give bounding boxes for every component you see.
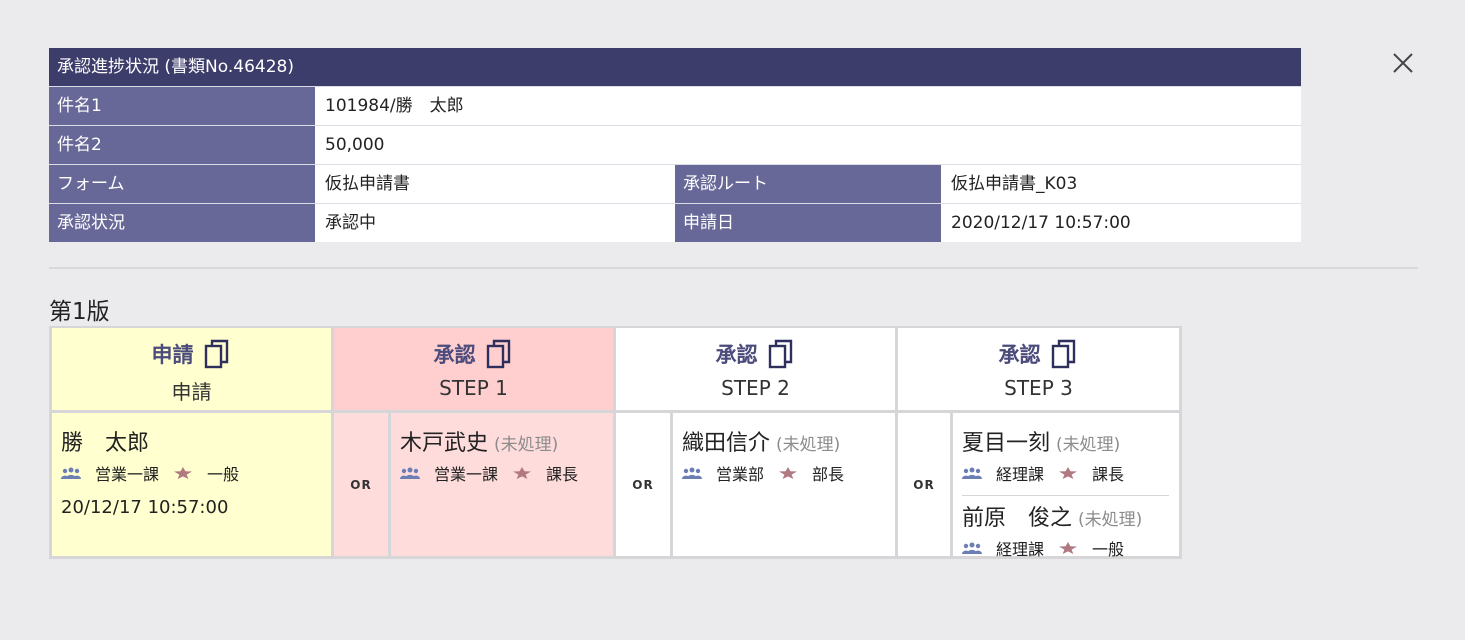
person-name: 勝 太郎 xyxy=(61,431,150,456)
person-dept: 経理課 xyxy=(996,540,1045,559)
person-position: 一般 xyxy=(207,465,240,484)
person-position: 一般 xyxy=(1092,540,1125,559)
copy-icon[interactable] xyxy=(204,338,232,370)
info-row-status: 承認状況 承認中 申請日 2020/12/17 10:57:00 xyxy=(49,203,1301,242)
route-label: 承認ルート xyxy=(675,165,941,203)
subject2-label: 件名2 xyxy=(49,126,315,164)
version-label: 第1版 xyxy=(49,299,110,325)
form-value: 仮払申請書 xyxy=(315,165,675,203)
person-position: 課長 xyxy=(546,465,579,484)
person-position: 部長 xyxy=(812,465,845,484)
person-status: (未処理) xyxy=(1056,435,1121,455)
person-meta: 経理課 一般 xyxy=(962,536,1179,560)
step-type: 承認 xyxy=(715,343,758,367)
step-name: STEP 2 xyxy=(721,376,790,400)
step-type: 申請 xyxy=(151,343,194,367)
step-type: 承認 xyxy=(998,343,1041,367)
step-name: STEP 1 xyxy=(439,376,508,400)
person-meta: 営業一課 課長 xyxy=(400,461,613,485)
approver-separator xyxy=(962,495,1169,496)
step-name: 申請 xyxy=(171,380,212,404)
person-dept: 経理課 xyxy=(996,465,1045,484)
step-header-1: 承認 STEP 1 xyxy=(334,328,613,410)
person-status: (未処理) xyxy=(1078,510,1143,530)
subject2-value: 50,000 xyxy=(315,126,1301,164)
step2-approver-cell: 織田信介 (未処理) 営業部 部長 xyxy=(673,413,895,556)
star-icon xyxy=(1059,542,1078,554)
step-name: STEP 3 xyxy=(1004,376,1073,400)
form-label: フォーム xyxy=(49,165,315,203)
person-name: 夏目一刻 (未処理) xyxy=(962,431,1121,456)
person-dept: 営業部 xyxy=(716,465,765,484)
step1-approver-cell: 木戸武史 (未処理) 営業一課 課長 xyxy=(391,413,613,556)
person-name: 木戸武史 (未処理) xyxy=(400,431,559,456)
person-name: 織田信介 (未処理) xyxy=(682,431,841,456)
star-icon xyxy=(779,467,798,479)
group-icon xyxy=(962,542,982,554)
info-row-form: フォーム 仮払申請書 承認ルート 仮払申請書_K03 xyxy=(49,164,1301,203)
close-icon xyxy=(1393,53,1413,73)
person-name: 前原 俊之 (未処理) xyxy=(962,506,1143,531)
subject1-label: 件名1 xyxy=(49,87,315,125)
star-icon xyxy=(174,467,193,479)
date-value: 2020/12/17 10:57:00 xyxy=(941,204,1301,242)
info-title: 承認進捗状況 (書類No.46428) xyxy=(49,48,1301,86)
divider xyxy=(49,267,1418,269)
copy-icon[interactable] xyxy=(486,338,514,370)
date-label: 申請日 xyxy=(675,204,941,242)
group-icon xyxy=(682,467,702,479)
person-status: (未処理) xyxy=(776,435,841,455)
info-row-subject1: 件名1 101984/勝 太郎 xyxy=(49,86,1301,125)
group-icon xyxy=(962,467,982,479)
step-header-3: 承認 STEP 3 xyxy=(898,328,1179,410)
group-icon xyxy=(61,467,81,479)
route-value: 仮払申請書_K03 xyxy=(941,165,1301,203)
step3-approver-cell: 夏目一刻 (未処理) 経理課 課長 前原 俊之 (未処理) 経理課 一般 xyxy=(953,413,1179,559)
person-dept: 営業一課 xyxy=(434,465,499,484)
approval-route-grid: 申請 申請 承認 STEP 1 承認 STEP 2 承認 STEP 3 勝 太郎… xyxy=(49,326,1182,559)
or-label: OR xyxy=(334,413,388,556)
step-type: 承認 xyxy=(433,343,476,367)
person-meta: 経理課 課長 xyxy=(962,461,1179,485)
or-label: OR xyxy=(616,413,670,556)
group-icon xyxy=(400,467,420,479)
person-meta: 営業一課 一般 xyxy=(61,461,331,485)
or-label: OR xyxy=(898,413,950,556)
applied-date: 20/12/17 10:57:00 xyxy=(61,497,229,518)
close-button[interactable] xyxy=(1388,48,1418,78)
approval-info-table: 承認進捗状況 (書類No.46428) 件名1 101984/勝 太郎 件名2 … xyxy=(49,48,1301,242)
step-header-2: 承認 STEP 2 xyxy=(616,328,895,410)
person-meta: 営業部 部長 xyxy=(682,461,895,485)
status-label: 承認状況 xyxy=(49,204,315,242)
star-icon xyxy=(513,467,532,479)
status-value: 承認中 xyxy=(315,204,675,242)
info-row-subject2: 件名2 50,000 xyxy=(49,125,1301,164)
copy-icon[interactable] xyxy=(1051,338,1079,370)
person-position: 課長 xyxy=(1092,465,1125,484)
star-icon xyxy=(1059,467,1078,479)
copy-icon[interactable] xyxy=(768,338,796,370)
subject1-value: 101984/勝 太郎 xyxy=(315,87,1301,125)
person-dept: 営業一課 xyxy=(95,465,160,484)
person-status: (未処理) xyxy=(494,435,559,455)
step-header-apply: 申請 申請 xyxy=(52,328,331,410)
applicant-cell: 勝 太郎 営業一課 一般 20/12/17 10:57:00 xyxy=(52,413,331,556)
